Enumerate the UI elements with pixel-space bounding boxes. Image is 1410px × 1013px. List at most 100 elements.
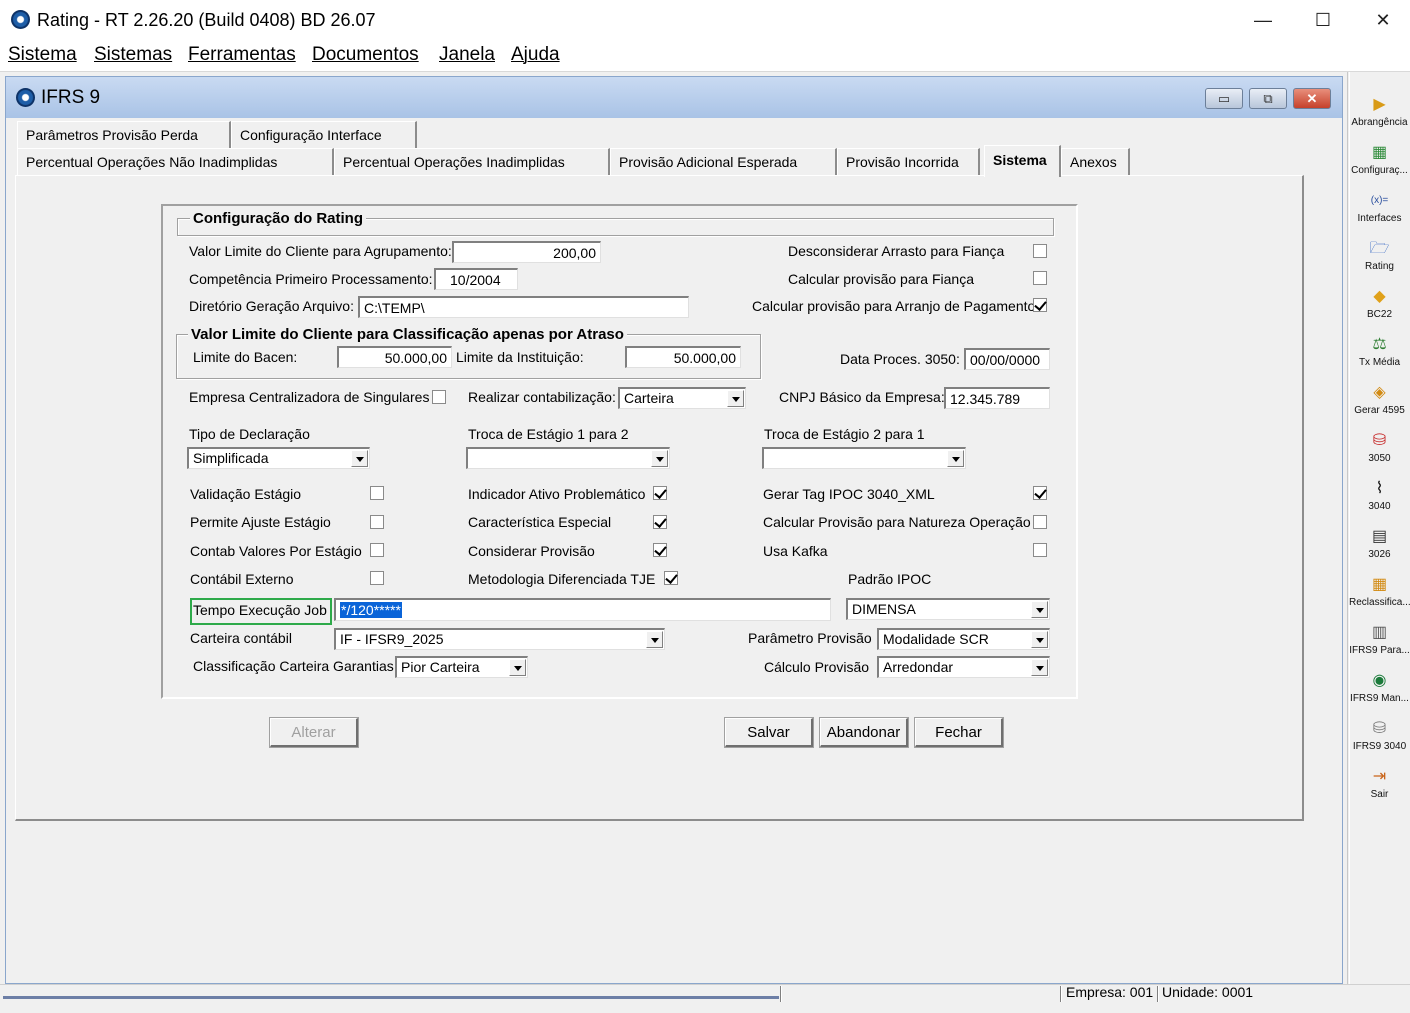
classificacao-garantias-label: Classificação Carteira Garantias — [193, 658, 394, 674]
menu-documentos[interactable]: Documentos — [312, 44, 419, 66]
desconsiderar-arrasto-checkbox[interactable] — [1033, 244, 1047, 258]
empresa-centralizadora-checkbox[interactable] — [432, 390, 446, 404]
tab-sistema[interactable]: Sistema — [984, 145, 1061, 177]
fechar-button[interactable]: Fechar — [914, 717, 1004, 748]
tab-provisao-incorrida[interactable]: Provisão Incorrida — [837, 148, 980, 175]
toolbar-item[interactable]: ⛁ IFRS9 3040 — [1349, 708, 1410, 756]
calcular-arranjo-label: Calcular provisão para Arranjo de Pagame… — [752, 298, 1036, 314]
status-progress — [3, 985, 779, 999]
menu-sistema[interactable]: Sistema — [8, 44, 77, 66]
toolbar-item-label: Sair — [1370, 789, 1389, 800]
chevron-down-icon[interactable] — [1031, 659, 1048, 676]
menu-ajuda[interactable]: Ajuda — [511, 44, 560, 66]
limite-bacen-input[interactable]: 50.000,00 — [337, 346, 452, 368]
tab-percentual-inadimplidas[interactable]: Percentual Operações Inadimplidas — [334, 148, 610, 175]
toolbar-item[interactable]: ▥ IFRS9 Para... — [1349, 612, 1410, 660]
padrao-ipoc-label: Padrão IPOC — [848, 571, 932, 587]
contabil-externo-checkbox[interactable] — [370, 571, 384, 585]
metodologia-tje-checkbox[interactable] — [664, 571, 678, 585]
contabil-externo-label: Contábil Externo — [190, 571, 294, 587]
abandonar-button[interactable]: Abandonar — [819, 717, 909, 748]
toolbar-item[interactable]: ⛁ 3050 — [1349, 420, 1410, 468]
diretorio-input[interactable]: C:\TEMP\ — [358, 296, 689, 318]
menu-janela[interactable]: Janela — [439, 44, 495, 66]
calcular-fianca-checkbox[interactable] — [1033, 271, 1047, 285]
child-minimize-button[interactable]: ▭ — [1205, 88, 1243, 109]
validacao-estagio-checkbox[interactable] — [370, 486, 384, 500]
chevron-down-icon[interactable] — [651, 450, 668, 467]
tempo-execucao-input[interactable]: */120***** — [334, 598, 831, 621]
scale-icon: ⚖ — [1372, 336, 1387, 353]
parametro-provisao-select[interactable]: Modalidade SCR — [877, 628, 1050, 650]
toolbar-item[interactable]: (x)= Interfaces — [1349, 180, 1410, 228]
calcular-natureza-checkbox[interactable] — [1033, 515, 1047, 529]
cnpj-input[interactable]: 12.345.789 — [944, 387, 1050, 409]
data-proces-input[interactable]: 00/00/0000 — [964, 348, 1050, 370]
toolbar-item-label: Reclassifica... — [1349, 597, 1410, 608]
considerar-provisao-checkbox[interactable] — [653, 543, 667, 557]
competencia-label: Competência Primeiro Processamento: — [189, 271, 433, 287]
exit-door-icon: ⇥ — [1372, 768, 1387, 785]
tab-parametros-provisao-perda[interactable]: Parâmetros Provisão Perda — [17, 121, 231, 148]
chevron-down-icon[interactable] — [646, 631, 663, 648]
child-close-button[interactable]: ✕ — [1293, 88, 1331, 109]
permite-ajuste-label: Permite Ajuste Estágio — [190, 514, 331, 530]
permite-ajuste-checkbox[interactable] — [370, 515, 384, 529]
chevron-down-icon[interactable] — [1031, 631, 1048, 648]
toolbar-item[interactable]: ◈ Gerar 4595 — [1349, 372, 1410, 420]
table-icon: ▦ — [1371, 576, 1388, 593]
toolbar-item[interactable]: ▦ Configuraç... — [1349, 132, 1410, 180]
calcular-arranjo-checkbox[interactable] — [1033, 298, 1047, 312]
toolbar-item[interactable]: ▤ 3026 — [1349, 516, 1410, 564]
classificacao-garantias-select[interactable]: Pior Carteira — [395, 656, 528, 678]
chevron-down-icon[interactable] — [727, 390, 744, 407]
troca-estagio-21-select[interactable] — [762, 447, 966, 469]
minimize-button[interactable]: — — [1240, 4, 1286, 36]
calcular-natureza-label: Calcular Provisão para Natureza Operação — [763, 514, 1031, 530]
caracteristica-especial-checkbox[interactable] — [653, 515, 667, 529]
alterar-button[interactable]: Alterar — [269, 717, 359, 748]
chevron-down-icon[interactable] — [509, 659, 526, 676]
valor-limite-input[interactable]: 200,00 — [452, 241, 601, 263]
toolbar-item-label: IFRS9 3040 — [1352, 741, 1407, 752]
gerar-tag-ipoc-checkbox[interactable] — [1033, 486, 1047, 500]
toolbar-item[interactable]: ▶ Abrangência — [1349, 84, 1410, 132]
chevron-down-icon[interactable] — [1031, 601, 1048, 618]
toolbar-item[interactable]: ⚖ Tx Média — [1349, 324, 1410, 372]
carteira-contabil-value: IF - IFSR9_2025 — [340, 631, 444, 647]
atraso-group-title: Valor Limite do Cliente para Classificaç… — [188, 326, 627, 343]
toolbar-item[interactable]: ⇥ Sair — [1349, 756, 1410, 804]
padrao-ipoc-select[interactable]: DIMENSA — [846, 598, 1050, 620]
indicador-ativo-checkbox[interactable] — [653, 486, 667, 500]
tab-anexos[interactable]: Anexos — [1061, 148, 1130, 175]
calculo-provisao-select[interactable]: Arredondar — [877, 656, 1050, 678]
maximize-button[interactable]: ☐ — [1300, 4, 1346, 36]
carteira-contabil-select[interactable]: IF - IFSR9_2025 — [334, 628, 665, 650]
tab-provisao-adicional[interactable]: Provisão Adicional Esperada — [610, 148, 837, 175]
toolbar-item[interactable]: ◉ IFRS9 Man... — [1349, 660, 1410, 708]
tab-configuracao-interface[interactable]: Configuração Interface — [231, 121, 417, 148]
salvar-button[interactable]: Salvar — [724, 717, 814, 748]
competencia-input[interactable]: 10/2004 — [434, 268, 518, 290]
window-title: Rating - RT 2.26.20 (Build 0408) BD 26.0… — [37, 10, 376, 30]
gauge-icon: ◉ — [1372, 672, 1387, 689]
contabilizacao-select[interactable]: Carteira — [618, 387, 746, 409]
limite-instituicao-input[interactable]: 50.000,00 — [625, 346, 741, 368]
toolbar-item[interactable]: ◆ BC22 — [1349, 276, 1410, 324]
menu-sistemas[interactable]: Sistemas — [94, 44, 172, 66]
tab-percentual-nao-inadimplidas[interactable]: Percentual Operações Não Inadimplidas — [17, 148, 334, 175]
usa-kafka-checkbox[interactable] — [1033, 543, 1047, 557]
close-button[interactable]: ✕ — [1360, 4, 1406, 36]
menu-ferramentas[interactable]: Ferramentas — [188, 44, 296, 66]
chevron-down-icon[interactable] — [947, 450, 964, 467]
child-restore-button[interactable]: ⧉ — [1249, 88, 1287, 109]
toolbar-item[interactable]: ⌇ 3040 — [1349, 468, 1410, 516]
toolbar-item[interactable]: 🗁 Rating — [1349, 228, 1410, 276]
metodologia-tje-label: Metodologia Diferenciada TJE — [468, 571, 656, 587]
contab-valores-checkbox[interactable] — [370, 543, 384, 557]
toolbar-item[interactable]: ▦ Reclassifica... — [1349, 564, 1410, 612]
empresa-centralizadora-label: Empresa Centralizadora de Singulares — [189, 389, 430, 405]
tipo-declaracao-select[interactable]: Simplificada — [187, 447, 370, 469]
troca-estagio-12-select[interactable] — [466, 447, 670, 469]
chevron-down-icon[interactable] — [351, 450, 368, 467]
